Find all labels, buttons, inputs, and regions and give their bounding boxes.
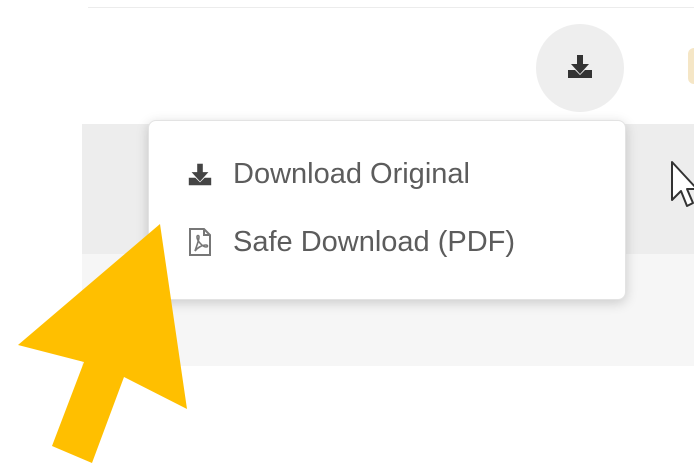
- top-divider: [88, 7, 694, 8]
- download-original-label: Download Original: [233, 157, 470, 190]
- download-icon: [565, 51, 595, 86]
- download-icon: [185, 159, 215, 189]
- pdf-file-icon: [185, 227, 215, 257]
- download-original-item[interactable]: Download Original: [149, 139, 625, 209]
- safe-download-pdf-label: Safe Download (PDF): [233, 225, 516, 258]
- download-button[interactable]: [536, 24, 624, 112]
- safe-download-pdf-item[interactable]: Safe Download (PDF): [149, 207, 625, 277]
- mouse-pointer-icon: [671, 161, 694, 207]
- adjacent-button-edge[interactable]: [688, 48, 694, 84]
- download-menu: Download Original Safe Download (PDF): [148, 120, 626, 300]
